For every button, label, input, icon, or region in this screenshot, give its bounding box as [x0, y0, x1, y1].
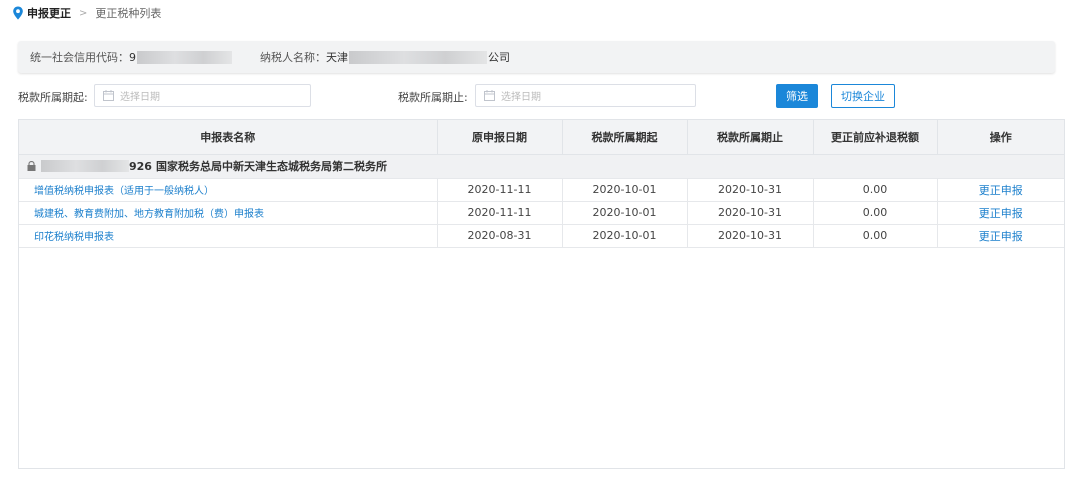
breadcrumb-separator: > [79, 7, 88, 19]
taxpayer-name-field: 纳税人名称： 天津 公司 [260, 49, 510, 65]
redacted-mask [137, 50, 232, 64]
calendar-icon [103, 90, 114, 101]
form-name-link[interactable]: 印花税纳税申报表 [34, 232, 114, 243]
original-date-cell: 2020-08-31 [437, 224, 563, 248]
column-header-original-date: 原申报日期 [437, 120, 563, 155]
filter-row: 税款所属期起: 选择日期 税款所属期止: 选择日期 筛选 切换企业 [0, 84, 1080, 108]
taxpayer-name-suffix: 公司 [488, 51, 510, 64]
redacted-mask [349, 50, 487, 64]
breadcrumb: 申报更正 > 更正税种列表 [12, 5, 161, 21]
period-end-cell: 2020-10-31 [687, 201, 814, 225]
end-date-label: 税款所属期止: [398, 91, 468, 104]
breadcrumb-current[interactable]: 申报更正 [27, 5, 71, 21]
table-header-row: 申报表名称 原申报日期 税款所属期起 税款所属期止 更正前应补退税额 操作 [19, 120, 1064, 155]
lock-icon [27, 161, 36, 171]
form-name-link[interactable]: 增值税纳税申报表（适用于一般纳税人） [34, 186, 214, 197]
column-header-amount: 更正前应补退税额 [813, 120, 938, 155]
period-start-cell: 2020-10-01 [562, 201, 688, 225]
end-date-placeholder: 选择日期 [501, 92, 541, 103]
start-date-label: 税款所属期起: [18, 91, 88, 104]
correct-declaration-link[interactable]: 更正申报 [979, 207, 1023, 220]
amount-cell: 0.00 [813, 178, 938, 202]
credit-code-value: 9 [129, 50, 136, 64]
original-date-cell: 2020-11-11 [437, 178, 563, 202]
end-date-input[interactable]: 选择日期 [475, 84, 696, 107]
column-header-period-end: 税款所属期止 [687, 120, 814, 155]
redacted-mask [41, 160, 129, 172]
table-row: 印花税纳税申报表 2020-08-31 2020-10-01 2020-10-3… [19, 224, 1064, 248]
period-start-cell: 2020-10-01 [562, 224, 688, 248]
switch-company-button[interactable]: 切换企业 [831, 84, 895, 108]
taxpayer-name-label: 纳税人名称： [260, 51, 326, 64]
start-date-input[interactable]: 选择日期 [94, 84, 311, 107]
table-row: 增值税纳税申报表（适用于一般纳税人） 2020-11-11 2020-10-01… [19, 178, 1064, 202]
period-end-cell: 2020-10-31 [687, 224, 814, 248]
column-header-period-start: 税款所属期起 [562, 120, 688, 155]
declaration-table: 申报表名称 原申报日期 税款所属期起 税款所属期止 更正前应补退税额 操作 92… [18, 119, 1065, 469]
filter-button[interactable]: 筛选 [776, 84, 818, 108]
column-header-action: 操作 [937, 120, 1064, 155]
taxpayer-info-bar: 统一社会信用代码： 9 纳税人名称： 天津 公司 [18, 41, 1055, 73]
group-row: 926 国家税务总局中新天津生态城税务局第二税务所 [19, 154, 1064, 179]
form-name-link[interactable]: 城建税、教育费附加、地方教育附加税（费）申报表 [34, 209, 264, 220]
group-tax-office: 国家税务总局中新天津生态城税务局第二税务所 [155, 160, 387, 173]
period-end-cell: 2020-10-31 [687, 178, 814, 202]
correct-declaration-link[interactable]: 更正申报 [979, 184, 1023, 197]
calendar-icon [484, 90, 495, 101]
original-date-cell: 2020-11-11 [437, 201, 563, 225]
period-start-cell: 2020-10-01 [562, 178, 688, 202]
correct-declaration-link[interactable]: 更正申报 [979, 230, 1023, 243]
table-row: 城建税、教育费附加、地方教育附加税（费）申报表 2020-11-11 2020-… [19, 201, 1064, 225]
breadcrumb-page: 更正税种列表 [95, 7, 162, 20]
amount-cell: 0.00 [813, 201, 938, 225]
start-date-placeholder: 选择日期 [120, 92, 160, 103]
credit-code-field: 统一社会信用代码： 9 [30, 49, 232, 65]
amount-cell: 0.00 [813, 224, 938, 248]
group-code-suffix: 926 [129, 159, 152, 173]
location-pin-icon [13, 6, 23, 20]
taxpayer-name-prefix: 天津 [326, 51, 348, 64]
column-header-form-name: 申报表名称 [19, 120, 438, 155]
credit-code-label: 统一社会信用代码： [30, 51, 129, 64]
